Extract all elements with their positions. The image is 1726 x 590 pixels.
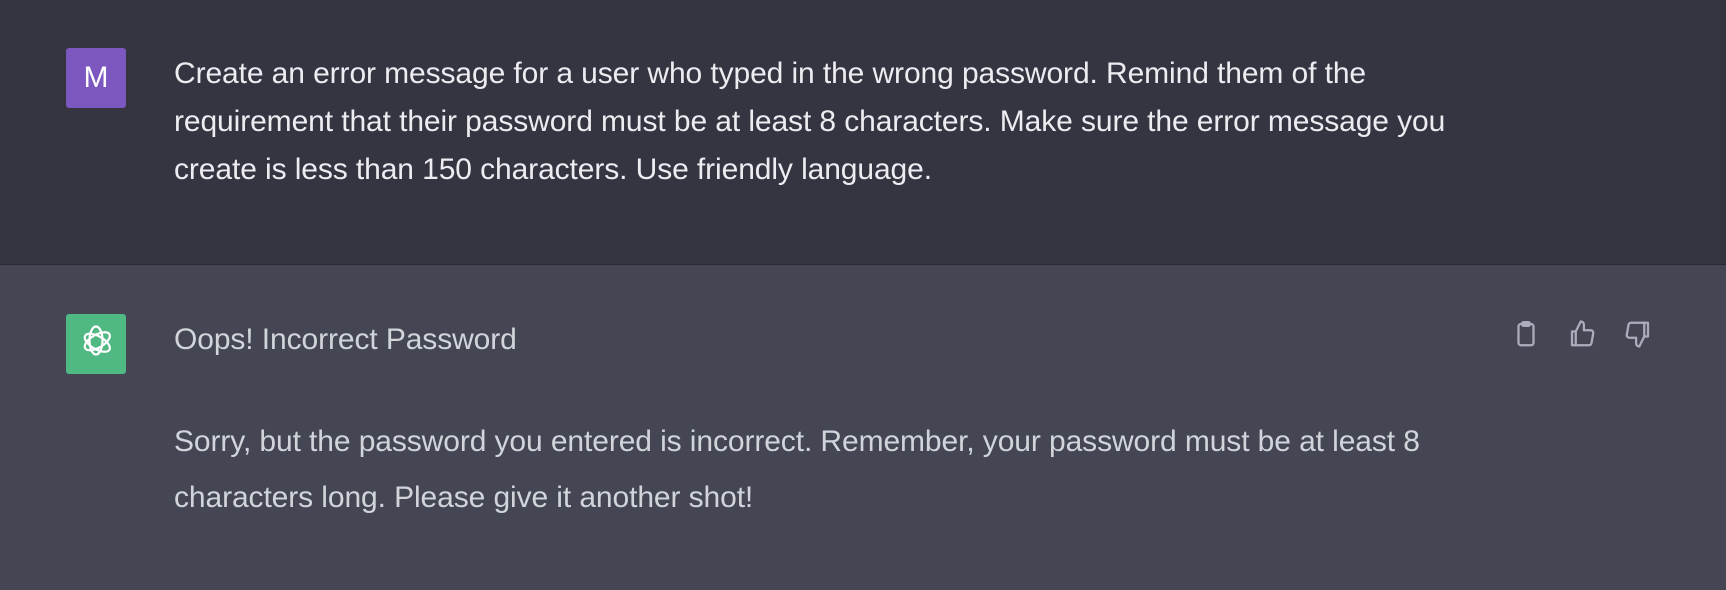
thumbs-down-button[interactable]	[1620, 318, 1656, 354]
user-message-text: Create an error message for a user who t…	[174, 57, 1446, 186]
openai-logo-icon	[75, 321, 117, 368]
assistant-heading: Oops! Incorrect Password	[174, 323, 517, 356]
user-message-row: M Create an error message for a user who…	[0, 0, 1726, 265]
assistant-message-row: Oops! Incorrect Password Sorry, but the …	[0, 266, 1726, 590]
copy-button[interactable]	[1508, 318, 1544, 354]
assistant-message-text: Sorry, but the password you entered is i…	[174, 425, 1420, 514]
assistant-avatar	[66, 314, 126, 374]
message-actions	[1508, 318, 1656, 354]
thumbs-up-icon	[1567, 319, 1597, 354]
user-avatar-initial: M	[83, 61, 109, 94]
chat-thread: M Create an error message for a user who…	[0, 0, 1726, 590]
thumbs-down-icon	[1623, 319, 1653, 354]
user-avatar: M	[66, 48, 126, 108]
thumbs-up-button[interactable]	[1564, 318, 1600, 354]
clipboard-icon	[1511, 319, 1541, 354]
